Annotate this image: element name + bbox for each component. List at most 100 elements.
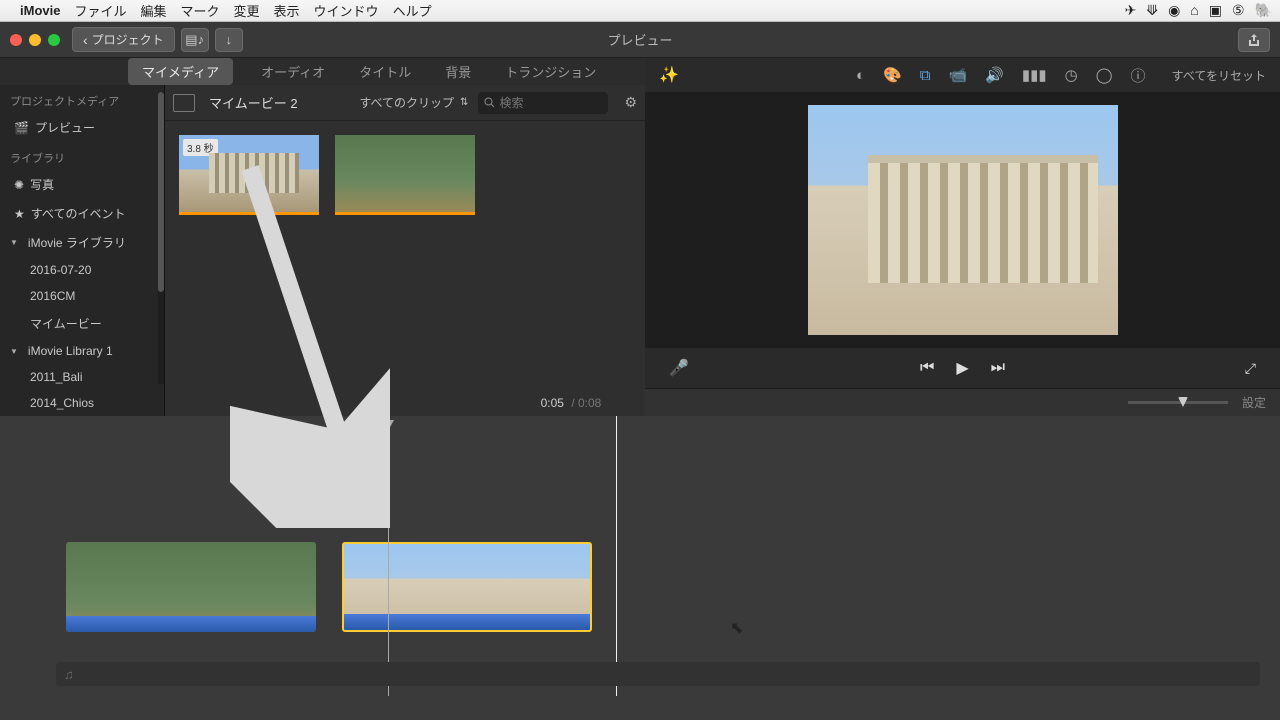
- skimmer-playhead[interactable]: [388, 420, 389, 696]
- sidebar-scrollbar-thumb[interactable]: [158, 92, 164, 292]
- window-titlebar: プロジェクト ▤♪ ↓ プレビュー: [0, 22, 1280, 58]
- mouse-cursor-icon: ⬉: [730, 618, 743, 638]
- sidebar-item-photos[interactable]: ✺ 写真: [0, 170, 164, 199]
- color-balance-icon[interactable]: ◐: [856, 67, 865, 84]
- clip-audio-waveform: [66, 616, 316, 632]
- minimize-button[interactable]: [29, 34, 41, 46]
- clip-browser: 3.8 秒: [165, 121, 645, 416]
- viewer-toolbar: ✨ ◐ 🎨 ⧉ 📹 🔊 ▮▮▮ ◷ ◯ ⓘ すべてをリセット: [645, 58, 1280, 92]
- sidebar-item-label: すべてのイベント: [31, 205, 126, 222]
- preview-frame: [808, 105, 1118, 335]
- tab-audio[interactable]: オーディオ: [255, 58, 331, 85]
- total-time: 0:08: [578, 396, 601, 410]
- library-view-button[interactable]: ▤♪: [181, 28, 209, 52]
- enhance-icon[interactable]: ✨: [659, 65, 679, 85]
- menu-file[interactable]: ファイル: [74, 1, 126, 20]
- import-button[interactable]: ↓: [215, 28, 243, 52]
- menu-view[interactable]: 表示: [274, 1, 300, 20]
- sidebar-item-preview[interactable]: 🎬 プレビュー: [0, 113, 164, 142]
- status-icon[interactable]: ◉: [1168, 2, 1180, 19]
- playback-controls: 🎤 ⏮ ▶ ⏭ ⤢: [645, 348, 1280, 388]
- media-clip-thumbnail[interactable]: [335, 135, 475, 215]
- library-sidebar: プロジェクトメディア 🎬 プレビュー ライブラリ ✺ 写真 ★ すべてのイベント iM…: [0, 85, 165, 416]
- status-icon[interactable]: ✈: [1125, 2, 1137, 19]
- timeline-clip-selected[interactable]: [342, 542, 592, 632]
- browser-toolbar: マイムービー 2 すべてのクリップ 検索 ⚙: [165, 85, 645, 121]
- timecode: 0:05 / 0:08: [541, 396, 602, 410]
- menu-help[interactable]: ヘルプ: [393, 1, 432, 20]
- tab-my-media[interactable]: マイメディア: [128, 58, 233, 85]
- window-title: プレビュー: [607, 30, 672, 49]
- close-button[interactable]: [10, 34, 22, 46]
- prev-button[interactable]: ⏮: [920, 359, 934, 377]
- clip-filter-dropdown[interactable]: すべてのクリップ: [359, 94, 468, 111]
- status-icon[interactable]: ⑤: [1232, 2, 1245, 19]
- media-tabs: マイメディア オーディオ タイトル 背景 トランジション: [0, 58, 645, 85]
- sidebar-event[interactable]: 2016CM: [0, 283, 164, 309]
- layout-toggle-icon[interactable]: [173, 94, 195, 112]
- noise-reduction-icon[interactable]: ▮▮▮: [1022, 66, 1047, 84]
- sidebar-item-label: iMovie Library 1: [28, 344, 113, 358]
- back-label: プロジェクト: [92, 31, 164, 48]
- crop-icon[interactable]: ⧉: [920, 67, 931, 84]
- clapperboard-icon: 🎬: [14, 121, 29, 135]
- background-music-track[interactable]: ♫: [56, 662, 1260, 686]
- photos-icon: ✺: [14, 178, 24, 192]
- info-icon[interactable]: ⓘ: [1131, 65, 1146, 86]
- sidebar-item-label: iMovie ライブラリ: [28, 234, 126, 251]
- star-icon: ★: [14, 207, 25, 221]
- menu-window[interactable]: ウインドウ: [314, 1, 379, 20]
- clip-audio-waveform: [344, 614, 590, 630]
- app-menu[interactable]: iMovie: [20, 3, 60, 18]
- reset-all-button[interactable]: すべてをリセット: [1172, 67, 1266, 84]
- menu-mark[interactable]: マーク: [181, 1, 220, 20]
- color-correction-icon[interactable]: 🎨: [883, 66, 902, 84]
- search-input[interactable]: 検索: [478, 92, 608, 114]
- timeline-clip[interactable]: [66, 542, 316, 632]
- speed-icon[interactable]: ◷: [1065, 66, 1078, 84]
- menu-modify[interactable]: 変更: [234, 1, 260, 20]
- menubar-status-icons: ✈ ⟱ ◉ ⌂ ▣ ⑤ 🐘: [1125, 2, 1272, 19]
- sidebar-item-all-events[interactable]: ★ すべてのイベント: [0, 199, 164, 228]
- gear-icon[interactable]: ⚙: [624, 94, 637, 111]
- clip-duration-badge: 3.8 秒: [183, 139, 218, 156]
- play-button[interactable]: ▶: [956, 358, 968, 378]
- preview-viewer: [645, 92, 1280, 348]
- stabilization-icon[interactable]: 📹: [949, 66, 968, 84]
- sidebar-event[interactable]: 2016-07-20: [0, 257, 164, 283]
- menu-edit[interactable]: 編集: [140, 1, 166, 20]
- media-clip-thumbnail[interactable]: 3.8 秒: [179, 135, 319, 215]
- sidebar-library-1[interactable]: iMovie ライブラリ: [0, 228, 164, 257]
- event-title: マイムービー 2: [209, 93, 298, 112]
- back-to-projects-button[interactable]: プロジェクト: [72, 27, 175, 52]
- sidebar-library-2[interactable]: iMovie Library 1: [0, 338, 164, 364]
- tab-backgrounds[interactable]: 背景: [439, 58, 477, 85]
- sidebar-item-label: プレビュー: [35, 119, 95, 136]
- main-playhead[interactable]: [616, 416, 617, 696]
- timeline[interactable]: ♫: [0, 416, 1280, 696]
- system-menubar: iMovie ファイル 編集 マーク 変更 表示 ウインドウ ヘルプ ✈ ⟱ ◉…: [0, 0, 1280, 22]
- sidebar-event[interactable]: 2011_Bali: [0, 364, 164, 390]
- sidebar-section-project: プロジェクトメディア: [0, 85, 164, 113]
- evernote-icon[interactable]: 🐘: [1255, 2, 1272, 19]
- dropbox-icon[interactable]: ⟱: [1146, 2, 1158, 19]
- tab-titles[interactable]: タイトル: [353, 58, 417, 85]
- maximize-button[interactable]: [48, 34, 60, 46]
- next-button[interactable]: ⏭: [991, 359, 1005, 377]
- sidebar-event[interactable]: マイムービー: [0, 309, 164, 338]
- sidebar-section-library: ライブラリ: [0, 142, 164, 170]
- clip-filter-icon[interactable]: ◯: [1096, 66, 1113, 84]
- share-button[interactable]: [1238, 28, 1270, 52]
- volume-icon[interactable]: 🔊: [985, 66, 1004, 84]
- timeline-settings-button[interactable]: 設定: [1242, 394, 1266, 411]
- current-time: 0:05: [541, 396, 564, 410]
- voiceover-icon[interactable]: 🎤: [669, 358, 689, 378]
- fullscreen-icon[interactable]: ⤢: [1245, 360, 1256, 377]
- status-icon[interactable]: ▣: [1209, 2, 1222, 19]
- status-icon[interactable]: ⌂: [1190, 2, 1198, 19]
- search-icon: [484, 97, 495, 108]
- sidebar-item-label: 写真: [30, 176, 54, 193]
- tab-transitions[interactable]: トランジション: [499, 58, 602, 85]
- sidebar-event[interactable]: 2014_Chios: [0, 390, 164, 416]
- zoom-slider[interactable]: [1128, 401, 1228, 404]
